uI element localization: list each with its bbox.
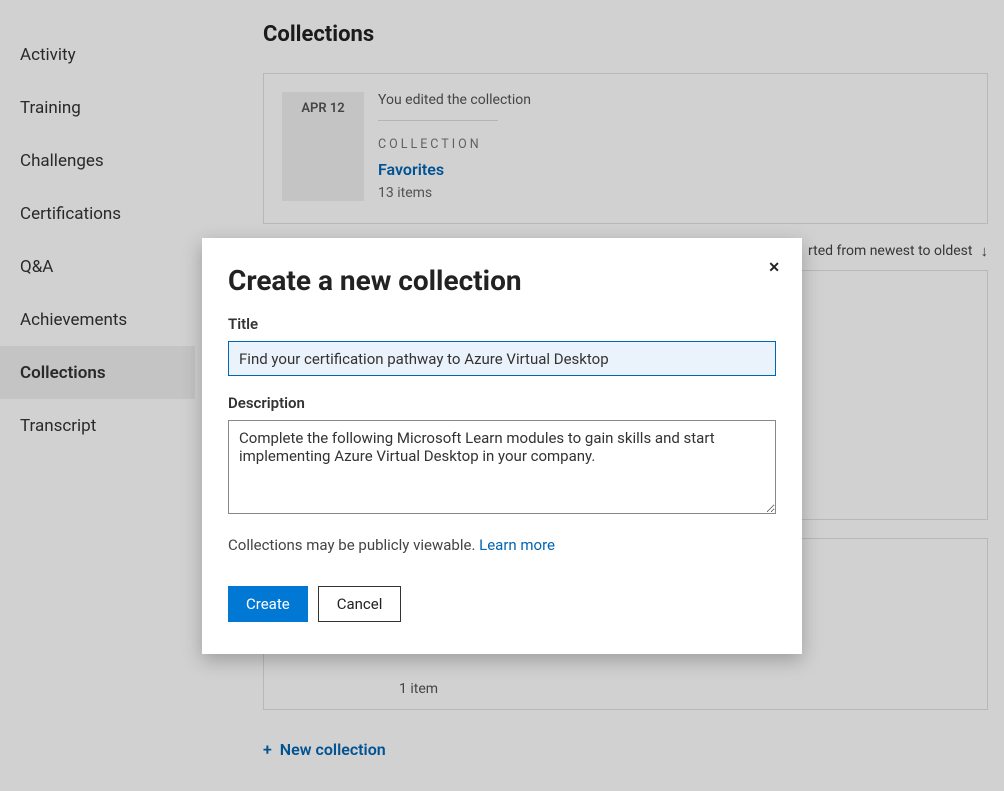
learn-more-link[interactable]: Learn more [479,536,555,554]
create-collection-modal: ✕ Create a new collection Title Descript… [202,238,802,654]
create-button[interactable]: Create [228,586,308,622]
note-text: Collections may be publicly viewable. [228,536,479,554]
title-input[interactable] [228,341,776,376]
modal-note: Collections may be publicly viewable. Le… [228,536,776,554]
modal-button-row: Create Cancel [228,586,776,622]
close-button[interactable]: ✕ [764,256,784,278]
description-field-label: Description [228,394,776,412]
close-icon: ✕ [768,259,780,275]
modal-title: Create a new collection [228,264,776,297]
description-textarea[interactable]: Complete the following Microsoft Learn m… [228,420,776,514]
cancel-button[interactable]: Cancel [318,586,402,622]
modal-overlay: ✕ Create a new collection Title Descript… [0,0,1004,791]
title-field-label: Title [228,315,776,333]
